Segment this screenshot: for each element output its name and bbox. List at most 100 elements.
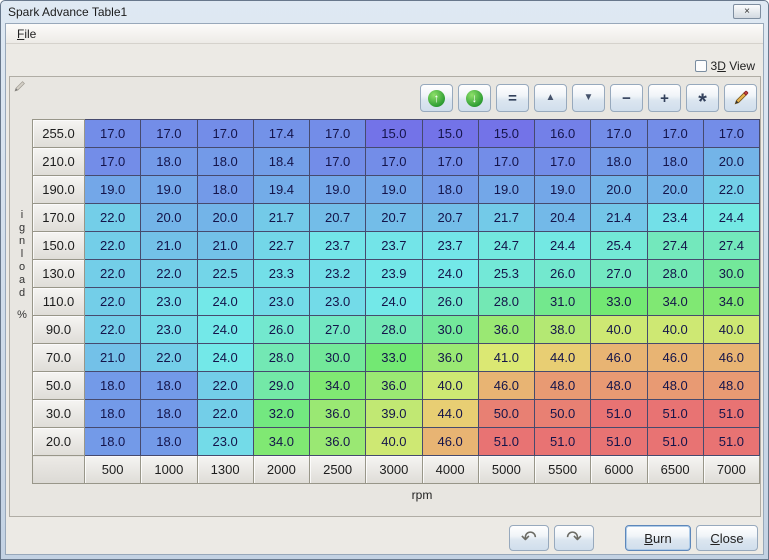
- table-cell[interactable]: 19.0: [85, 176, 141, 204]
- table-cell[interactable]: 26.0: [535, 260, 591, 288]
- table-cell[interactable]: 18.0: [85, 372, 141, 400]
- table-cell[interactable]: 18.0: [197, 176, 253, 204]
- table-cell[interactable]: 36.0: [310, 428, 366, 456]
- table-cell[interactable]: 51.0: [535, 428, 591, 456]
- table-cell[interactable]: 21.7: [253, 204, 309, 232]
- table-cell[interactable]: 25.4: [591, 232, 647, 260]
- table-cell[interactable]: 17.0: [197, 120, 253, 148]
- menu-file[interactable]: File: [10, 25, 43, 43]
- table-cell[interactable]: 20.7: [310, 204, 366, 232]
- table-cell[interactable]: 40.0: [647, 316, 703, 344]
- table-cell[interactable]: 48.0: [647, 372, 703, 400]
- table-cell[interactable]: 46.0: [647, 344, 703, 372]
- table-cell[interactable]: 28.0: [253, 344, 309, 372]
- table-cell[interactable]: 24.0: [422, 260, 478, 288]
- table-cell[interactable]: 48.0: [703, 372, 759, 400]
- table-cell[interactable]: 21.0: [197, 232, 253, 260]
- table-cell[interactable]: 19.0: [310, 176, 366, 204]
- table-cell[interactable]: 51.0: [647, 400, 703, 428]
- table-cell[interactable]: 30.0: [422, 316, 478, 344]
- table-cell[interactable]: 32.0: [253, 400, 309, 428]
- titlebar[interactable]: Spark Advance Table1 ×: [1, 1, 768, 22]
- table-cell[interactable]: 22.0: [141, 344, 197, 372]
- table-cell[interactable]: 23.0: [141, 288, 197, 316]
- table-cell[interactable]: 20.4: [535, 204, 591, 232]
- table-cell[interactable]: 48.0: [591, 372, 647, 400]
- table-cell[interactable]: 23.3: [253, 260, 309, 288]
- table-cell[interactable]: 25.3: [478, 260, 534, 288]
- table-cell[interactable]: 24.7: [478, 232, 534, 260]
- table-cell[interactable]: 46.0: [478, 372, 534, 400]
- 3d-view-control[interactable]: 3D View: [695, 59, 756, 73]
- table-cell[interactable]: 28.0: [478, 288, 534, 316]
- table-cell[interactable]: 19.0: [478, 176, 534, 204]
- table-cell[interactable]: 29.0: [253, 372, 309, 400]
- table-cell[interactable]: 33.0: [591, 288, 647, 316]
- table-cell[interactable]: 24.4: [535, 232, 591, 260]
- table-cell[interactable]: 15.0: [422, 120, 478, 148]
- table-cell[interactable]: 51.0: [647, 428, 703, 456]
- table-cell[interactable]: 17.0: [310, 120, 366, 148]
- table-cell[interactable]: 17.0: [422, 148, 478, 176]
- table-cell[interactable]: 48.0: [535, 372, 591, 400]
- subtract-button[interactable]: −: [610, 84, 643, 112]
- table-cell[interactable]: 27.4: [647, 232, 703, 260]
- table-cell[interactable]: 23.0: [253, 288, 309, 316]
- table-cell[interactable]: 27.0: [591, 260, 647, 288]
- table-cell[interactable]: 22.0: [197, 400, 253, 428]
- table-cell[interactable]: 15.0: [366, 120, 422, 148]
- table-cell[interactable]: 20.0: [647, 176, 703, 204]
- table-cell[interactable]: 17.0: [478, 148, 534, 176]
- table-cell[interactable]: 28.0: [647, 260, 703, 288]
- table-cell[interactable]: 17.0: [366, 148, 422, 176]
- table-cell[interactable]: 51.0: [703, 400, 759, 428]
- table-cell[interactable]: 17.0: [85, 120, 141, 148]
- table-cell[interactable]: 18.0: [141, 148, 197, 176]
- table-cell[interactable]: 40.0: [422, 372, 478, 400]
- table-cell[interactable]: 44.0: [535, 344, 591, 372]
- table-cell[interactable]: 26.0: [422, 288, 478, 316]
- table-cell[interactable]: 20.7: [366, 204, 422, 232]
- table-cell[interactable]: 23.0: [197, 428, 253, 456]
- table-cell[interactable]: 22.0: [85, 288, 141, 316]
- decrease-button[interactable]: ▼: [572, 84, 605, 112]
- table-cell[interactable]: 46.0: [591, 344, 647, 372]
- table-cell[interactable]: 23.0: [141, 316, 197, 344]
- table-cell[interactable]: 36.0: [478, 316, 534, 344]
- table-cell[interactable]: 36.0: [366, 372, 422, 400]
- scale-down-button[interactable]: ↓: [458, 84, 491, 112]
- table-cell[interactable]: 33.0: [366, 344, 422, 372]
- burn-button[interactable]: Burn: [625, 525, 691, 551]
- table-cell[interactable]: 20.0: [591, 176, 647, 204]
- table-cell[interactable]: 31.0: [535, 288, 591, 316]
- table-cell[interactable]: 24.0: [366, 288, 422, 316]
- table-cell[interactable]: 18.0: [85, 428, 141, 456]
- table-cell[interactable]: 36.0: [310, 400, 366, 428]
- table-cell[interactable]: 22.0: [85, 260, 141, 288]
- table-cell[interactable]: 20.0: [197, 204, 253, 232]
- table-cell[interactable]: 30.0: [703, 260, 759, 288]
- table-cell[interactable]: 19.4: [253, 176, 309, 204]
- table-cell[interactable]: 40.0: [366, 428, 422, 456]
- table-cell[interactable]: 18.0: [591, 148, 647, 176]
- table-cell[interactable]: 19.0: [366, 176, 422, 204]
- table-cell[interactable]: 20.7: [422, 204, 478, 232]
- table-cell[interactable]: 27.0: [310, 316, 366, 344]
- table-cell[interactable]: 18.0: [141, 372, 197, 400]
- table-cell[interactable]: 22.0: [85, 316, 141, 344]
- table-cell[interactable]: 23.7: [422, 232, 478, 260]
- multiply-button[interactable]: *: [686, 84, 719, 112]
- table-cell[interactable]: 24.4: [703, 204, 759, 232]
- set-to-value-button[interactable]: =: [496, 84, 529, 112]
- increase-button[interactable]: ▲: [534, 84, 567, 112]
- table-cell[interactable]: 24.0: [197, 344, 253, 372]
- table-cell[interactable]: 34.0: [703, 288, 759, 316]
- table-cell[interactable]: 17.0: [703, 120, 759, 148]
- table-cell[interactable]: 17.4: [253, 120, 309, 148]
- table-cell[interactable]: 18.0: [141, 428, 197, 456]
- table-cell[interactable]: 30.0: [310, 344, 366, 372]
- table-cell[interactable]: 24.0: [197, 316, 253, 344]
- table-cell[interactable]: 17.0: [141, 120, 197, 148]
- table-cell[interactable]: 17.0: [310, 148, 366, 176]
- close-button[interactable]: Close: [696, 525, 758, 551]
